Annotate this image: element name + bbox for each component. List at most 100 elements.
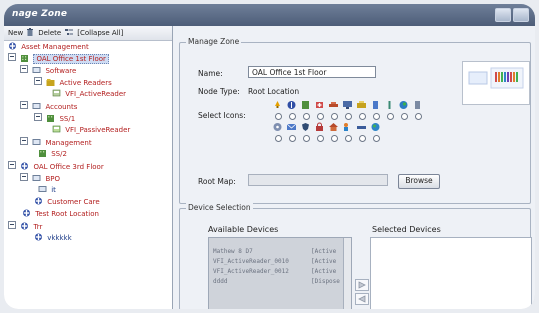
node-type-value: Root Location [248, 87, 300, 96]
map-preview-thumbnail [462, 61, 530, 105]
device-status: [Active [311, 268, 337, 275]
window-title: nage Zone [12, 9, 68, 19]
building-icon [302, 101, 309, 109]
icon-radio[interactable] [317, 113, 324, 120]
manage-zone-group: Manage Zone Name: OAL Office 1st Floor N… [179, 37, 531, 204]
move-left-button[interactable] [355, 293, 369, 305]
tree-node-bpo[interactable]: BPO [20, 173, 60, 183]
tree-node-vfi-activereader[interactable]: VFI_ActiveReader [52, 89, 126, 99]
icon-radio[interactable] [331, 135, 338, 142]
collapse-toggle-icon[interactable] [8, 53, 16, 61]
tree-node-label: Test Root Location [35, 210, 99, 218]
location-tree: Asset Management OAL Office 1st Floor So… [4, 42, 172, 309]
tree-node-label: Trr [33, 223, 43, 231]
tree-node-vkkkkk[interactable]: vkkkkk [34, 233, 72, 243]
tree-node-label: OAL Office 1st Floor [33, 54, 109, 64]
reader-device-icon [52, 89, 61, 97]
icon-picker [272, 100, 472, 160]
tree-node-it[interactable]: it [38, 185, 56, 195]
root-map-input[interactable] [248, 174, 388, 186]
list-item[interactable]: VFI_ActiveReader_0012 [Active [213, 268, 336, 276]
collapse-toggle-icon[interactable] [34, 77, 42, 85]
name-input[interactable]: OAL Office 1st Floor [248, 66, 376, 78]
tree-node-oal-office-3rd-floor[interactable]: OAL Office 3rd Floor [8, 161, 104, 171]
department-icon [38, 186, 47, 192]
tree-node-customer-care[interactable]: Customer Care [34, 197, 100, 207]
root-map-label: Root Map: [198, 177, 236, 186]
move-right-button[interactable] [355, 279, 369, 291]
device-status: [Active [311, 258, 337, 265]
icon-radio[interactable] [303, 113, 310, 120]
tree-node-label: Management [45, 139, 92, 147]
root-location-icon [21, 162, 29, 170]
tree-node-ss1[interactable]: SS/1 [34, 113, 75, 123]
tree-node-vfi-passivereader[interactable]: VFI_PassiveReader [52, 125, 130, 135]
icon-radio[interactable] [373, 135, 380, 142]
collapse-toggle-icon[interactable] [34, 113, 42, 121]
tree-node-trr[interactable]: Trr [8, 221, 42, 231]
department-icon [32, 67, 41, 73]
collapse-toggle-icon[interactable] [8, 161, 16, 169]
icon-radio[interactable] [275, 113, 282, 120]
icon-radio[interactable] [401, 113, 408, 120]
icon-radio[interactable] [289, 113, 296, 120]
collapse-toggle-icon[interactable] [20, 65, 28, 73]
icon-radio[interactable] [359, 135, 366, 142]
tree-node-software[interactable]: Software [20, 65, 76, 75]
tree-node-accounts[interactable]: Accounts [20, 101, 77, 111]
tree-node-test-root-location[interactable]: Test Root Location [22, 209, 99, 219]
trash-icon [27, 28, 33, 36]
bell-icon [275, 101, 280, 108]
new-label: New [8, 29, 24, 37]
tree-node-oal-office-1st-floor[interactable]: OAL Office 1st Floor [8, 53, 109, 64]
browse-button[interactable]: Browse [398, 174, 440, 189]
collapse-toggle-icon[interactable] [20, 173, 28, 181]
name-label: Name: [198, 69, 223, 78]
document-icon [373, 101, 378, 109]
available-devices-list[interactable]: Mathew 8 D7 [Active VFI_ActiveReader_001… [208, 237, 352, 309]
device-status: [Active [311, 248, 337, 255]
medical-icon [316, 102, 323, 108]
monitor-icon [343, 101, 352, 109]
icon-radio[interactable] [289, 135, 296, 142]
new-button[interactable]: New [8, 28, 23, 38]
icon-radio[interactable] [387, 113, 394, 120]
collapse-all-button[interactable]: [Collapse All] [65, 28, 123, 38]
tree-node-label: Asset Management [21, 43, 89, 51]
tree-node-active-readers[interactable]: Active Readers [34, 77, 112, 87]
root-location-icon [21, 222, 29, 230]
select-icons-label: Select Icons: [198, 111, 246, 120]
reader-device-icon [52, 125, 61, 133]
tree-node-management[interactable]: Management [20, 137, 92, 147]
icon-radio[interactable] [275, 135, 282, 142]
battery-icon [415, 101, 420, 109]
icon-radio[interactable] [303, 135, 310, 142]
icon-radio[interactable] [331, 113, 338, 120]
tree-node-ss2[interactable]: SS/2 [38, 149, 67, 159]
tree-node-label: Software [45, 67, 77, 75]
delete-label: Delete [38, 29, 62, 37]
icon-radio[interactable] [317, 135, 324, 142]
node-type-label: Node Type: [198, 87, 240, 96]
selected-devices-list[interactable] [370, 237, 532, 309]
icon-radio[interactable] [359, 113, 366, 120]
collapse-toggle-icon[interactable] [8, 221, 16, 229]
tree-node-asset-management[interactable]: Asset Management [8, 42, 89, 52]
list-scrollbar[interactable] [343, 238, 351, 309]
close-button[interactable] [513, 8, 529, 22]
icon-radio[interactable] [345, 135, 352, 142]
lock-icon [316, 122, 323, 131]
tree-node-label: OAL Office 3rd Floor [33, 163, 104, 171]
list-item[interactable]: VFI_ActiveReader_0010 [Active [213, 258, 336, 266]
icon-radio[interactable] [345, 113, 352, 120]
collapse-label: [Collapse All] [77, 29, 124, 37]
delete-button[interactable]: Delete [26, 28, 61, 38]
collapse-toggle-icon[interactable] [20, 101, 28, 109]
collapse-toggle-icon[interactable] [20, 137, 28, 145]
minimize-button[interactable] [495, 8, 511, 22]
icon-radio[interactable] [415, 113, 422, 120]
list-item[interactable]: Mathew 8 D7 [Active [213, 248, 336, 256]
icon-radio[interactable] [373, 113, 380, 120]
root-location-icon [23, 209, 30, 217]
list-item[interactable]: dddd [Dispose [213, 278, 340, 286]
